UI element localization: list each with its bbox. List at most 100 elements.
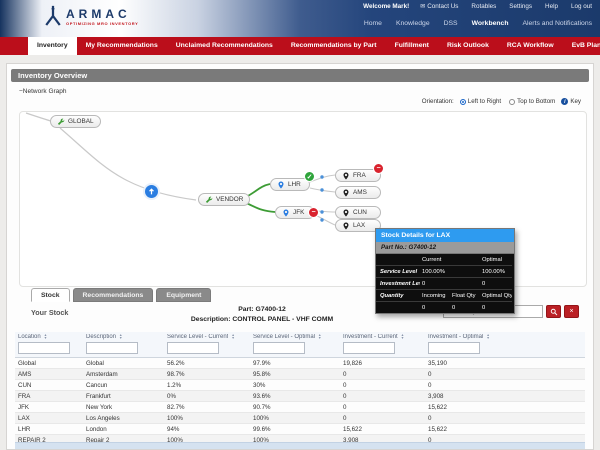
node-label: FRA	[353, 172, 366, 179]
armac-logo-icon	[44, 4, 62, 28]
table-column-header[interactable]: Service Level - Optimal ▲▼	[250, 332, 340, 358]
table-cell: 30%	[250, 380, 340, 391]
table-cell: Frankfurt	[83, 391, 164, 402]
column-filter-input[interactable]	[343, 342, 395, 354]
column-filter-input[interactable]	[86, 342, 138, 354]
table-row[interactable]: AMSAmsterdam98.7%95.8%00	[15, 369, 585, 380]
column-filter-input[interactable]	[428, 342, 480, 354]
top-nav-link[interactable]: Alerts and Notifications	[522, 20, 592, 27]
network-graph-label: Network Graph	[23, 88, 67, 95]
module-nav-tab[interactable]: Risk Outlook	[438, 37, 498, 55]
top-link-label: Help	[545, 3, 558, 10]
table-cell: Global	[15, 358, 83, 369]
graph-node-ams[interactable]: AMS	[335, 186, 381, 199]
table-row[interactable]: CUNCancun1.2%30%00	[15, 380, 585, 391]
column-filter-input[interactable]	[167, 342, 219, 354]
table-cell: 98.7%	[164, 369, 250, 380]
top-nav-link[interactable]: Home	[364, 20, 382, 27]
stock-table-wrap[interactable]: Location ▲▼ Description ▲▼	[15, 332, 585, 443]
table-column-header[interactable]: Investment - Current ▲▼	[340, 332, 425, 358]
table-cell: Cancun	[83, 380, 164, 391]
sort-icon[interactable]: ▲▼	[44, 334, 47, 340]
sort-icon[interactable]: ▲▼	[401, 334, 404, 340]
top-link-label: Rotables	[471, 3, 496, 10]
armac-logo[interactable]: ARMAC OPTIMIZING MRO INVENTORY	[44, 4, 138, 28]
table-row[interactable]: LAXLos Angeles100%100%00	[15, 413, 585, 424]
top-nav-link[interactable]: Workbench	[472, 20, 509, 27]
detail-tab[interactable]: Stock	[31, 288, 70, 302]
node-label: LHR	[288, 181, 301, 188]
table-cell: 19,826	[340, 358, 425, 369]
wrench-icon	[205, 196, 213, 204]
table-column-header[interactable]: Service Level - Current ▲▼	[164, 332, 250, 358]
table-column-header[interactable]: Description ▲▼	[83, 332, 164, 358]
tooltip-service-current: 100.00%	[420, 266, 450, 278]
key-toggle[interactable]: i Key	[561, 98, 581, 105]
table-cell: 99.6%	[250, 424, 340, 435]
graph-node-global[interactable]: GLOBAL	[50, 115, 101, 128]
module-nav-tab[interactable]: Unclaimed Recommendations	[167, 37, 282, 55]
radio-icon	[460, 99, 466, 105]
table-cell: AMS	[15, 369, 83, 380]
graph-node-vendor[interactable]: VENDOR	[198, 193, 250, 206]
location-pin-icon	[277, 181, 285, 189]
top-utility-links: Welcome Mark! ✉ Contact Us Rotables Sett…	[361, 3, 592, 10]
orientation-radio[interactable]: Top to Bottom	[509, 98, 555, 105]
table-cell: LHR	[15, 424, 83, 435]
transfer-hub-node[interactable]	[143, 183, 160, 200]
table-row[interactable]: FRAFrankfurt0%93.6%03,908	[15, 391, 585, 402]
module-nav-tab[interactable]: Recommendations by Part	[282, 37, 386, 55]
top-nav-link[interactable]: Knowledge	[396, 20, 430, 27]
node-label: JFK	[293, 209, 304, 216]
detail-tab[interactable]: Recommendations	[73, 288, 154, 302]
table-cell: 3,908	[425, 391, 585, 402]
table-row[interactable]: LHRLondon94%99.6%15,62215,622	[15, 424, 585, 435]
detail-tabs: Stock Recommendations Equipment	[31, 288, 211, 302]
top-utility-link[interactable]: Welcome Mark!	[361, 3, 409, 10]
module-nav-tab[interactable]: Inventory	[28, 37, 77, 55]
table-column-header[interactable]: Investment - Optimal ▲▼	[425, 332, 585, 358]
module-nav-tab[interactable]: Fulfillment	[386, 37, 438, 55]
module-nav-tab[interactable]: My Recommendations	[77, 37, 167, 55]
module-nav-tab[interactable]: RCA Workflow	[498, 37, 563, 55]
sort-icon[interactable]: ▲▼	[318, 334, 321, 340]
table-column-header[interactable]: Location ▲▼	[15, 332, 83, 358]
network-graph-collapse-link[interactable]: −Network Graph	[19, 88, 67, 95]
tooltip-quantity-label: Quantity	[376, 290, 420, 302]
top-link-label: Log out	[571, 3, 592, 10]
stock-details-tooltip: Stock Details for LAX Part No.: G7400-12…	[375, 228, 515, 314]
sort-icon[interactable]: ▲▼	[231, 334, 234, 340]
top-utility-link[interactable]: Log out	[569, 3, 592, 10]
tooltip-investment-optimal: 0	[480, 278, 512, 290]
clear-search-button[interactable]: ×	[564, 305, 579, 318]
column-label: Description	[86, 334, 116, 340]
table-cell: New York	[83, 402, 164, 413]
column-filter-input[interactable]	[253, 342, 305, 354]
table-row[interactable]: GlobalGlobal56.2%97.9%19,82635,190	[15, 358, 585, 369]
detail-tab[interactable]: Equipment	[156, 288, 211, 302]
table-cell: 15,622	[425, 424, 585, 435]
table-cell: 1.2%	[164, 380, 250, 391]
table-cell: 90.7%	[250, 402, 340, 413]
search-button[interactable]	[546, 305, 561, 318]
graph-node-cun[interactable]: CUN	[335, 206, 381, 219]
table-cell: 0	[340, 380, 425, 391]
table-cell: 97.9%	[250, 358, 340, 369]
orientation-radio[interactable]: Left to Right	[460, 98, 501, 105]
top-utility-link[interactable]: Rotables	[469, 3, 496, 10]
graph-node-lhr[interactable]: LHR	[270, 178, 310, 191]
module-nav-tab[interactable]: EvB Planning Board	[563, 37, 600, 55]
node-label: CUN	[353, 209, 367, 216]
tooltip-service-optimal: 100.00%	[480, 266, 512, 278]
column-filter-input[interactable]	[18, 342, 70, 354]
sort-icon[interactable]: ▲▼	[119, 334, 122, 340]
table-row[interactable]: JFKNew York82.7%90.7%015,622	[15, 402, 585, 413]
table-cell: JFK	[15, 402, 83, 413]
top-nav-link[interactable]: DSS	[444, 20, 458, 27]
sort-icon[interactable]: ▲▼	[486, 334, 489, 340]
radio-label: Left to Right	[468, 98, 501, 105]
top-utility-link[interactable]: ✉ Contact Us	[420, 3, 458, 10]
top-utility-link[interactable]: Settings	[507, 3, 532, 10]
node-label: GLOBAL	[68, 118, 94, 125]
top-utility-link[interactable]: Help	[543, 3, 558, 10]
